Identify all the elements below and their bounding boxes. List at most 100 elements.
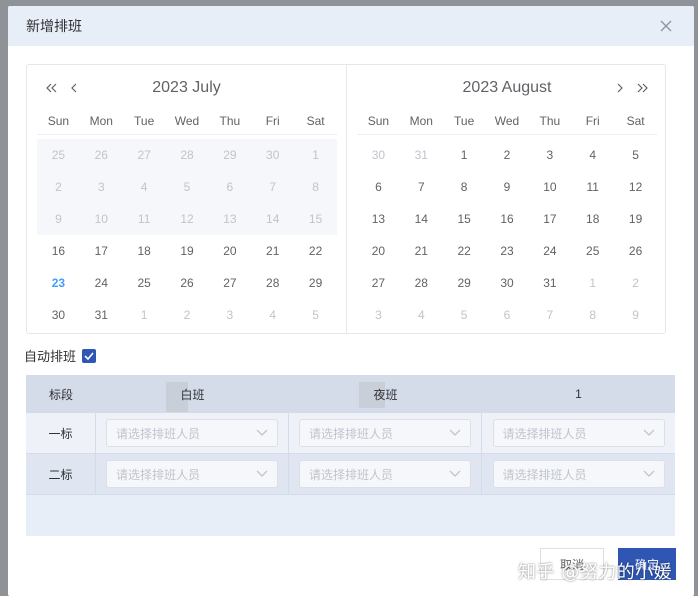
day-cell[interactable]: 6 xyxy=(486,299,529,331)
day-cell[interactable]: 28 xyxy=(251,267,294,299)
day-cell[interactable]: 25 xyxy=(123,267,166,299)
day-cell[interactable]: 5 xyxy=(294,299,337,331)
day-cell[interactable]: 21 xyxy=(251,235,294,267)
day-cell[interactable]: 19 xyxy=(166,235,209,267)
day-cell[interactable]: 9 xyxy=(486,171,529,203)
table-row: 二标 请选择排班人员 请选择排班人员 请选择排班人员 xyxy=(26,454,675,495)
day-cell[interactable]: 17 xyxy=(528,203,571,235)
day-cell[interactable]: 1 xyxy=(443,139,486,171)
day-cell: 9 xyxy=(55,212,62,226)
day-cell[interactable]: 2 xyxy=(166,299,209,331)
day-cell: 4 xyxy=(140,180,148,194)
day-cell[interactable]: 1 xyxy=(571,267,614,299)
day-cell[interactable]: 20 xyxy=(208,235,251,267)
next-year-icon[interactable] xyxy=(631,77,653,99)
next-month-icon[interactable] xyxy=(609,77,631,99)
staff-select[interactable]: 请选择排班人员 xyxy=(492,419,665,447)
staff-select[interactable]: 请选择排班人员 xyxy=(492,460,665,488)
day-cell[interactable]: 15 xyxy=(443,203,486,235)
day-cell: 7 xyxy=(269,180,277,194)
prev-year-icon[interactable] xyxy=(41,77,63,99)
day-cell[interactable]: 23 xyxy=(37,267,80,299)
day-cell: 5 xyxy=(183,180,191,194)
day-cell[interactable]: 1 xyxy=(123,299,166,331)
day-cell[interactable]: 30 xyxy=(357,139,400,171)
day-cell[interactable]: 29 xyxy=(294,267,337,299)
week-row: 30 31 1 2 3 4 5 xyxy=(357,139,657,171)
day-cell[interactable]: 16 xyxy=(37,235,80,267)
staff-select[interactable]: 请选择排班人员 xyxy=(106,460,278,488)
week-row: 23 24 25 26 27 28 29 xyxy=(37,267,337,299)
header-shift-3: 1 xyxy=(575,387,582,401)
grid-header: 标段 白班 夜班 1 xyxy=(26,375,675,413)
day-cell[interactable]: 31 xyxy=(80,299,123,331)
day-cell[interactable]: 26 xyxy=(614,235,657,267)
staff-select[interactable]: 请选择排班人员 xyxy=(299,419,471,447)
day-cell: 11 xyxy=(137,212,151,226)
day-cell[interactable]: 19 xyxy=(614,203,657,235)
day-cell[interactable]: 26 xyxy=(166,267,209,299)
prev-month-icon[interactable] xyxy=(63,77,85,99)
day-cell[interactable]: 27 xyxy=(208,267,251,299)
day-cell[interactable]: 7 xyxy=(528,299,571,331)
day-cell[interactable]: 22 xyxy=(294,235,337,267)
close-icon[interactable] xyxy=(656,16,676,36)
day-cell[interactable]: 2 xyxy=(486,139,529,171)
day-cell[interactable]: 7 xyxy=(400,171,443,203)
day-cell[interactable]: 3 xyxy=(208,299,251,331)
day-cell[interactable]: 18 xyxy=(571,203,614,235)
day-cell[interactable]: 23 xyxy=(486,235,529,267)
day-cell[interactable]: 9 xyxy=(614,299,657,331)
day-cell[interactable]: 2 xyxy=(614,267,657,299)
day-cell[interactable]: 21 xyxy=(400,235,443,267)
day-cell[interactable]: 16 xyxy=(486,203,529,235)
day-cell: 12 xyxy=(180,212,194,226)
day-cell[interactable]: 24 xyxy=(528,235,571,267)
day-cell[interactable]: 18 xyxy=(123,235,166,267)
day-cell[interactable]: 31 xyxy=(528,267,571,299)
day-cell: 14 xyxy=(266,212,280,226)
chevron-down-icon xyxy=(449,470,461,477)
day-cell[interactable]: 30 xyxy=(37,299,80,331)
day-cell[interactable]: 4 xyxy=(400,299,443,331)
day-cell[interactable]: 10 xyxy=(528,171,571,203)
day-cell[interactable]: 14 xyxy=(400,203,443,235)
day-cell[interactable]: 3 xyxy=(528,139,571,171)
day-cell[interactable]: 5 xyxy=(443,299,486,331)
day-cell[interactable]: 30 xyxy=(486,267,529,299)
day-cell[interactable]: 4 xyxy=(571,139,614,171)
day-cell[interactable]: 6 xyxy=(357,171,400,203)
weekday-header: Sun Mon Tue Wed Thu Fri Sat xyxy=(357,107,657,135)
staff-select[interactable]: 请选择排班人员 xyxy=(299,460,471,488)
day-cell[interactable]: 31 xyxy=(400,139,443,171)
day-cell[interactable]: 8 xyxy=(571,299,614,331)
day-cell[interactable]: 5 xyxy=(614,139,657,171)
day-cell[interactable]: 4 xyxy=(251,299,294,331)
day-cell[interactable]: 3 xyxy=(357,299,400,331)
weekday-label: Sat xyxy=(626,113,645,128)
day-cell[interactable]: 27 xyxy=(357,267,400,299)
day-cell[interactable]: 25 xyxy=(571,235,614,267)
day-cell[interactable]: 11 xyxy=(571,171,614,203)
table-row: 一标 请选择排班人员 请选择排班人员 请选择排班人员 xyxy=(26,413,675,454)
weekday-label: Sun xyxy=(367,113,390,128)
day-cell[interactable]: 28 xyxy=(400,267,443,299)
month-grid-left: Sun Mon Tue Wed Thu Fri Sat 25 26 27 28 29 30 1 2 3 4 5 6 7… xyxy=(37,107,337,331)
day-cell: 1 xyxy=(312,148,319,162)
day-cell[interactable]: 8 xyxy=(443,171,486,203)
staff-select[interactable]: 请选择排班人员 xyxy=(106,419,278,447)
auto-schedule-checkbox[interactable] xyxy=(82,348,97,363)
day-cell: 6 xyxy=(226,180,234,194)
day-cell[interactable]: 17 xyxy=(80,235,123,267)
day-cell: 3 xyxy=(97,180,105,194)
day-cell[interactable]: 13 xyxy=(357,203,400,235)
day-cell[interactable]: 24 xyxy=(80,267,123,299)
month-title-right: 2023 August xyxy=(462,79,552,96)
day-cell[interactable]: 22 xyxy=(443,235,486,267)
day-cell[interactable]: 20 xyxy=(357,235,400,267)
day-cell[interactable]: 12 xyxy=(614,171,657,203)
day-cell[interactable]: 29 xyxy=(443,267,486,299)
calendar-panel-july: 2023 July Sun Mon Tue Wed Thu Fri Sat 25 26 27 28 2… xyxy=(27,65,347,333)
schedule-dialog: 新增排班 2023 July Sun Mon Tue Wed Thu Fri Sat 25 26… xyxy=(8,6,694,596)
month-title-left: 2023 July xyxy=(152,79,221,96)
